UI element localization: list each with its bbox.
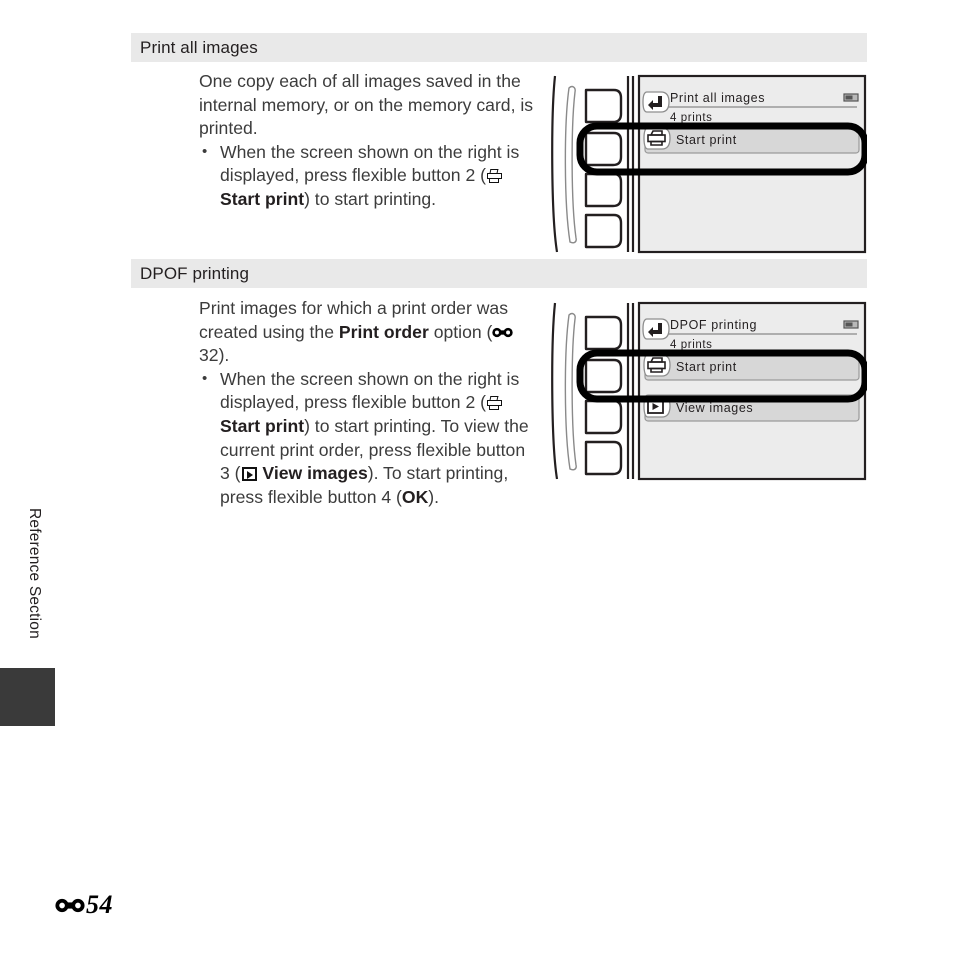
reference-section-symbol: [492, 327, 514, 337]
bullet-text-tail: ) to start printing.: [304, 188, 437, 209]
bullet-item: When the screen shown on the right is di…: [199, 140, 539, 212]
manual-page: Reference Section Print all images One c…: [0, 0, 954, 954]
printer-icon: [487, 396, 503, 411]
para-text-mid: option (: [428, 321, 493, 342]
section-header-print-all-images: Print all images: [131, 33, 867, 62]
section-body-dpof-printing: Print images for which a print order was…: [199, 297, 539, 509]
page-number-value: 54: [86, 890, 113, 919]
section-header-dpof-printing: DPOF printing: [131, 259, 867, 288]
section-body-print-all-images: One copy each of all images saved in the…: [199, 70, 539, 212]
bullet-text-lead: When the screen shown on the right is di…: [220, 141, 520, 186]
svg-text:Print all images: Print all images: [670, 91, 765, 105]
svg-text:View images: View images: [676, 401, 753, 415]
page-number: 54: [55, 890, 113, 920]
bullet-bold-start-print: Start print: [220, 415, 305, 436]
play-icon: [241, 467, 257, 482]
side-tab-label: Reference Section: [26, 508, 43, 639]
bullet-bold-start-print: Start print: [220, 188, 305, 209]
para-text-tail: 32).: [199, 345, 230, 366]
section-heading: DPOF printing: [140, 263, 250, 283]
reference-section-symbol: [55, 898, 85, 912]
paragraph: Print images for which a print order was…: [199, 297, 539, 368]
bullet-bold-ok: OK: [401, 486, 429, 507]
camera-illustration-dpof-printing: DPOF printing 4 prints Start print View …: [549, 301, 867, 481]
svg-text:4 prints: 4 prints: [670, 339, 713, 351]
bullet-bold-view-images: View images: [257, 463, 368, 484]
paragraph: One copy each of all images saved in the…: [199, 71, 534, 139]
svg-text:Start print: Start print: [676, 133, 737, 147]
bullet-item: When the screen shown on the right is di…: [199, 367, 539, 510]
bullet-text-1: When the screen shown on the right is di…: [220, 368, 520, 413]
bullet-text-4: ).: [428, 486, 440, 507]
para-bold-print-order: Print order: [338, 321, 429, 342]
svg-text:4 prints: 4 prints: [670, 112, 713, 124]
svg-text:DPOF printing: DPOF printing: [670, 318, 757, 332]
section-heading: Print all images: [140, 37, 258, 57]
printer-icon: [487, 169, 503, 184]
svg-text:Start print: Start print: [676, 360, 737, 374]
side-tab-block: [0, 668, 55, 726]
camera-illustration-print-all-images: Print all images 4 prints Start print: [549, 74, 867, 254]
